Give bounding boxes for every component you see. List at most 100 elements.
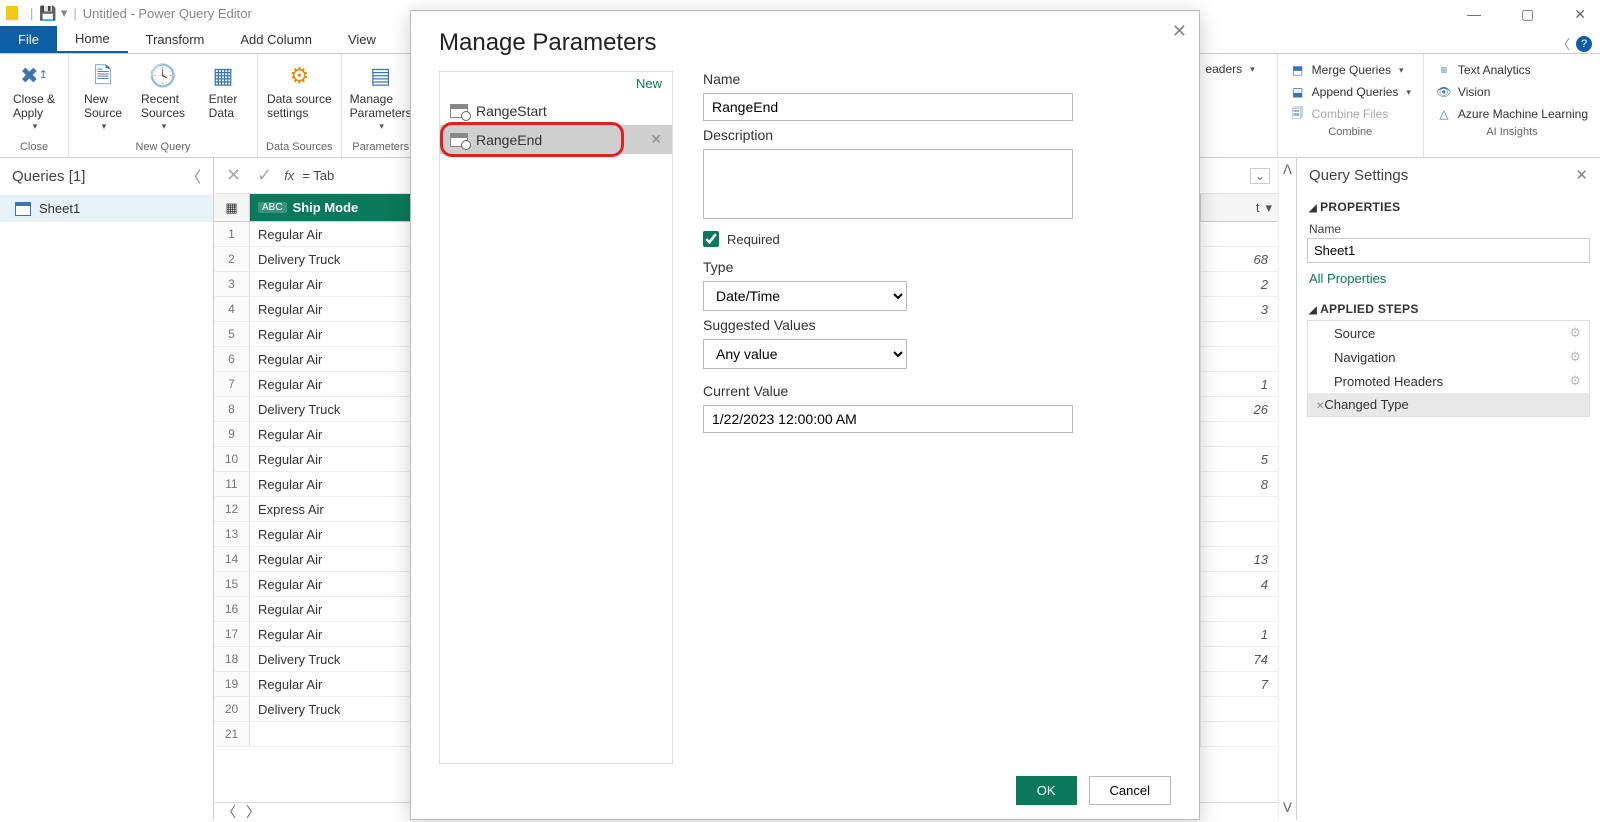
cell-last[interactable]: 1 <box>1200 372 1278 396</box>
cell-last[interactable]: 7 <box>1200 672 1278 696</box>
dialog-close-icon[interactable]: ✕ <box>1172 21 1187 42</box>
step-changed-type[interactable]: Changed Type <box>1308 393 1589 416</box>
parameter-item-rangeend[interactable]: RangeEnd ✕ <box>440 125 672 154</box>
query-item-sheet1[interactable]: Sheet1 <box>0 195 213 222</box>
section-applied-steps[interactable]: APPLIED STEPS <box>1307 294 1590 320</box>
enter-data-button[interactable]: ▦Enter Data <box>197 60 249 121</box>
cell-last[interactable]: 13 <box>1200 547 1278 571</box>
aml-button[interactable]: △Azure Machine Learning <box>1432 104 1592 124</box>
tab-transform[interactable]: Transform <box>128 26 223 53</box>
close-button[interactable]: ✕ <box>1564 4 1596 25</box>
cell-last[interactable] <box>1200 722 1278 746</box>
group-label: Close <box>20 139 48 157</box>
type-select[interactable]: Date/Time <box>703 281 907 311</box>
manage-parameters-button[interactable]: ▤Manage Parameters▾ <box>350 60 412 132</box>
accept-formula-icon[interactable]: ✓ <box>253 165 276 186</box>
suggested-values-select[interactable]: Any value <box>703 339 907 369</box>
text-analytics-button[interactable]: ≡Text Analytics <box>1432 60 1592 80</box>
headers-button[interactable]: eaders▾ <box>1201 60 1258 78</box>
cell-last[interactable]: 74 <box>1200 647 1278 671</box>
cell-last[interactable] <box>1200 422 1278 446</box>
save-icon[interactable]: 💾 <box>39 5 56 22</box>
column-header-last[interactable]: t ▾ <box>1200 194 1278 221</box>
append-queries-button[interactable]: ⬓Append Queries▾ <box>1286 82 1415 102</box>
row-number: 21 <box>214 722 250 746</box>
tab-file[interactable]: File <box>0 26 57 53</box>
merge-queries-button[interactable]: ⬒Merge Queries▾ <box>1286 60 1415 80</box>
cell-last[interactable] <box>1200 222 1278 246</box>
close-settings-icon[interactable]: ✕ <box>1575 166 1588 184</box>
maximize-button[interactable]: ▢ <box>1511 4 1544 25</box>
minimize-button[interactable]: — <box>1457 4 1491 25</box>
parameter-description-input[interactable] <box>703 149 1073 219</box>
cell-last[interactable] <box>1200 497 1278 521</box>
recent-sources-button[interactable]: 🕓Recent Sources▾ <box>137 60 189 132</box>
parameter-name-input[interactable] <box>703 93 1073 121</box>
cell-last[interactable] <box>1200 697 1278 721</box>
ok-button[interactable]: OK <box>1016 776 1077 805</box>
vertical-scrollbar[interactable]: ᐱ ᐯ <box>1278 158 1296 820</box>
new-parameter-link[interactable]: New <box>440 72 672 97</box>
cell-last[interactable] <box>1200 597 1278 621</box>
help-icon[interactable]: ? <box>1576 36 1592 52</box>
row-number: 8 <box>214 397 250 421</box>
name-label: Name <box>703 71 1171 87</box>
data-source-settings-button[interactable]: ⚙Data source settings <box>267 60 332 121</box>
group-label: New Query <box>135 139 190 157</box>
required-label: Required <box>727 232 780 247</box>
row-number: 13 <box>214 522 250 546</box>
required-checkbox[interactable] <box>703 231 719 247</box>
cancel-formula-icon[interactable]: ✕ <box>222 165 245 186</box>
expand-formula-icon[interactable]: ⌄ <box>1250 168 1270 184</box>
queries-header: Queries [1] <box>12 168 85 185</box>
name-label: Name <box>1307 218 1590 238</box>
all-properties-link[interactable]: All Properties <box>1307 263 1590 294</box>
qat-dropdown[interactable]: ▾ <box>61 5 68 21</box>
cell-last[interactable] <box>1200 522 1278 546</box>
scroll-right-icon[interactable]: 〉 <box>246 802 260 822</box>
cell-last[interactable]: 8 <box>1200 472 1278 496</box>
new-source-button[interactable]: 🗎New Source▾ <box>77 60 129 132</box>
row-number: 11 <box>214 472 250 496</box>
parameter-form: Name Description Required Type Date/Time… <box>703 71 1171 764</box>
scroll-up-icon[interactable]: ᐱ <box>1283 162 1292 178</box>
cell-last[interactable]: 26 <box>1200 397 1278 421</box>
scroll-left-icon[interactable]: 〈 <box>222 802 236 822</box>
delete-parameter-icon[interactable]: ✕ <box>650 131 662 148</box>
current-value-input[interactable] <box>703 405 1073 433</box>
parameter-item-rangestart[interactable]: RangeStart <box>440 97 672 125</box>
formula-text[interactable]: = Tab <box>302 168 334 183</box>
cell-last[interactable]: 1 <box>1200 622 1278 646</box>
select-all-corner[interactable]: ▦ <box>214 194 250 221</box>
vision-button[interactable]: 👁Vision <box>1432 82 1592 102</box>
gear-icon[interactable]: ⚙ <box>1569 373 1581 389</box>
step-source[interactable]: Source⚙ <box>1308 321 1589 345</box>
cell-last[interactable]: 4 <box>1200 572 1278 596</box>
cell-last[interactable]: 3 <box>1200 297 1278 321</box>
cell-last[interactable]: 5 <box>1200 447 1278 471</box>
gear-icon[interactable]: ⚙ <box>1569 349 1581 365</box>
delete-step-icon[interactable] <box>1316 397 1324 412</box>
combine-files-icon: 🗐 <box>1290 106 1306 122</box>
section-properties[interactable]: PROPERTIES <box>1307 192 1590 218</box>
gear-icon: ⚙ <box>283 60 315 92</box>
cancel-button[interactable]: Cancel <box>1089 776 1171 805</box>
cell-last[interactable] <box>1200 322 1278 346</box>
cell-last[interactable]: 2 <box>1200 272 1278 296</box>
cell-last[interactable]: 68 <box>1200 247 1278 271</box>
group-label: Data Sources <box>266 139 333 157</box>
tab-view[interactable]: View <box>330 26 394 53</box>
tab-add-column[interactable]: Add Column <box>222 26 330 53</box>
query-name-input[interactable] <box>1307 238 1590 263</box>
step-navigation[interactable]: Navigation⚙ <box>1308 345 1589 369</box>
step-promoted-headers[interactable]: Promoted Headers⚙ <box>1308 369 1589 393</box>
scroll-down-icon[interactable]: ᐯ <box>1283 800 1292 816</box>
tab-home[interactable]: Home <box>57 26 128 53</box>
cell-last[interactable] <box>1200 347 1278 371</box>
close-apply-button[interactable]: ✖↥ Close & Apply▾ <box>8 60 60 132</box>
collapse-ribbon-icon[interactable]: 〈 <box>1557 34 1570 53</box>
fx-icon[interactable]: fx <box>284 168 294 183</box>
gear-icon[interactable]: ⚙ <box>1569 325 1581 341</box>
collapse-queries-icon[interactable]: 〈 <box>186 166 201 187</box>
row-number: 14 <box>214 547 250 571</box>
